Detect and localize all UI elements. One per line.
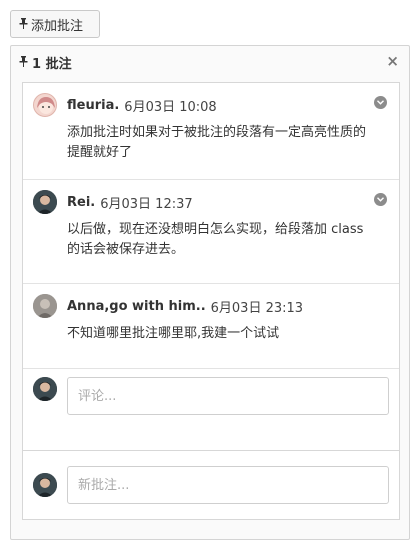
chevron-down-icon[interactable] bbox=[374, 96, 387, 109]
comment-thread: fleuria. 6月03日 10:08 添加批注时如果对于被批注的段落有一定高… bbox=[22, 82, 400, 486]
comment-author: Rei. bbox=[67, 194, 96, 210]
comment-author: fleuria. bbox=[67, 97, 120, 113]
comment-time: 6月03日 10:08 bbox=[124, 99, 217, 115]
comment-time: 6月03日 12:37 bbox=[100, 196, 193, 212]
add-note-label: 添加批注 bbox=[31, 18, 84, 34]
comment-text: 添加批注时如果对于被批注的段落有一定高亮性质的提醒就好了 bbox=[67, 125, 367, 160]
avatar bbox=[33, 473, 57, 497]
reply-row bbox=[23, 369, 399, 415]
comment-text: 不知道哪里批注哪里耶,我建一个试试 bbox=[67, 326, 280, 341]
panel-title: 1 批注 bbox=[32, 56, 72, 72]
comment-text: 以后做，现在还没想明白怎么实现，给段落加 class 的话会被保存进去。 bbox=[67, 222, 364, 257]
close-icon[interactable]: × bbox=[386, 52, 399, 70]
notes-panel: 1 批注 × fleuria. 6月03日 10:08 添加批注时如果对于被批注… bbox=[10, 45, 410, 540]
avatar bbox=[33, 377, 57, 401]
comment-item: Rei. 6月03日 12:37 以后做，现在还没想明白怎么实现，给段落加 cl… bbox=[23, 180, 399, 284]
reply-input[interactable] bbox=[67, 377, 389, 415]
comment-time: 6月03日 23:13 bbox=[210, 300, 304, 316]
comment-item: fleuria. 6月03日 10:08 添加批注时如果对于被批注的段落有一定高… bbox=[23, 83, 399, 180]
add-note-button[interactable]: 添加批注 bbox=[10, 10, 100, 38]
pin-icon bbox=[19, 17, 28, 31]
new-note-input[interactable] bbox=[67, 466, 389, 504]
chevron-down-icon[interactable] bbox=[374, 193, 387, 206]
comment-author: Anna,go with him.. bbox=[67, 298, 206, 314]
pin-icon bbox=[19, 55, 28, 69]
new-note-box bbox=[22, 450, 400, 520]
comment-item: Anna,go with him.. 6月03日 23:13 不知道哪里批注哪里… bbox=[23, 284, 399, 369]
avatar bbox=[33, 294, 57, 318]
avatar bbox=[33, 190, 57, 214]
avatar bbox=[33, 93, 57, 117]
panel-header: 1 批注 bbox=[11, 46, 409, 78]
